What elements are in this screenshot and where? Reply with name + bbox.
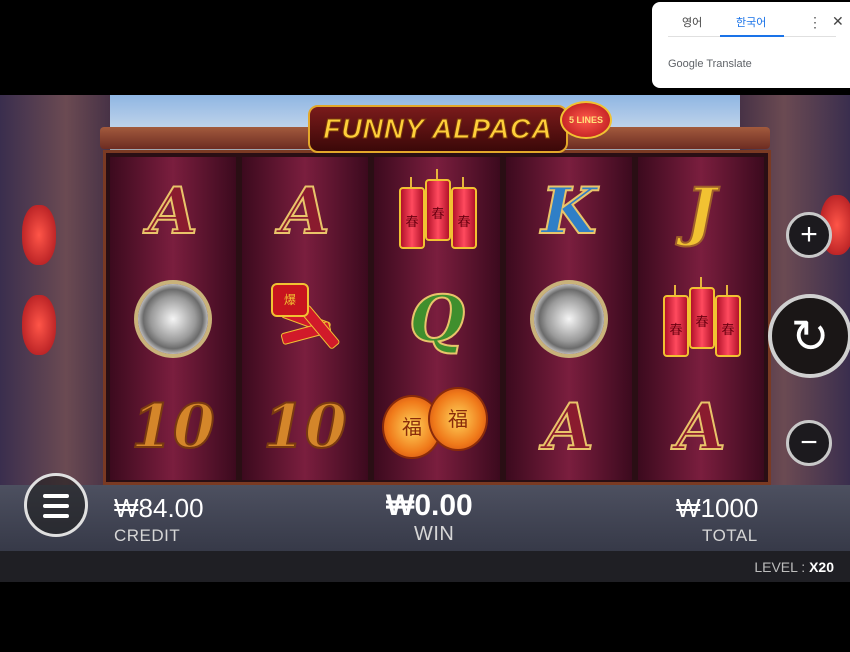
reel-area: A 10 A 爆 10 春 春 春 Q 福 福 K A J 春 春 春 A (103, 150, 771, 485)
symbol-a: A (279, 173, 331, 250)
credit-label: CREDIT (114, 526, 181, 545)
win-label: WIN (414, 523, 455, 545)
symbol-10: 10 (262, 391, 347, 463)
symbol-k: K (540, 173, 598, 250)
status-bar: LEVEL : X20 (0, 551, 850, 582)
google-translate-brand: Google Translate (668, 58, 752, 70)
credit-value: ₩84.00 (114, 493, 204, 523)
firecrackers-symbol: 春 春 春 (374, 157, 500, 265)
total-label: TOTAL (702, 526, 758, 545)
game-title: FUNNY ALPACA (323, 113, 553, 145)
google-translate-popup: 영어 한국어 ⋮ ✕ Google Translate (652, 2, 850, 88)
increase-bet-button[interactable]: + (786, 212, 832, 258)
symbol-10: 10 (130, 391, 215, 463)
reel-4: K A (506, 157, 632, 480)
minus-icon: − (800, 426, 818, 459)
plus-icon: + (800, 218, 818, 251)
lanterns-symbol: 福 福 (374, 373, 500, 481)
symbol-a: A (675, 389, 727, 466)
gong-symbol (506, 265, 632, 373)
symbol-a: A (147, 173, 199, 250)
level-indicator: LEVEL : X20 (754, 559, 834, 575)
spin-refresh-icon: ↻ (790, 310, 830, 362)
firecracker-burst-symbol: 爆 (242, 265, 368, 373)
symbol-q: Q (408, 281, 466, 358)
more-vert-icon[interactable]: ⋮ (808, 14, 822, 31)
slot-game-canvas: A 10 A 爆 10 春 春 春 Q 福 福 K A J 春 春 春 A FU… (0, 95, 850, 582)
reel-5: J 春 春 春 A (638, 157, 764, 480)
reel-2: A 爆 10 (242, 157, 368, 480)
active-tab-indicator (720, 35, 784, 37)
hamburger-menu-icon (43, 494, 69, 498)
gong-symbol (110, 265, 236, 373)
reel-1: A 10 (110, 157, 236, 480)
decrease-bet-button[interactable]: − (786, 420, 832, 466)
red-lantern-decoration (22, 205, 56, 265)
tab-target-language[interactable]: 한국어 (736, 14, 766, 30)
spin-button[interactable]: ↻ (768, 294, 850, 378)
game-logo: FUNNY ALPACA (308, 105, 568, 153)
close-icon[interactable]: ✕ (832, 13, 844, 30)
total-value: ₩1000 (676, 493, 759, 523)
reel-3: 春 春 春 Q 福 福 (374, 157, 500, 480)
tab-source-language[interactable]: 영어 (682, 14, 702, 30)
menu-button[interactable] (24, 473, 88, 537)
symbol-j: J (685, 173, 717, 250)
firecrackers-symbol: 春 春 春 (638, 265, 764, 373)
symbol-a: A (543, 389, 595, 466)
lines-badge: 5 LINES (560, 101, 612, 139)
red-lantern-decoration (22, 295, 56, 355)
win-value: ₩0.00 (386, 489, 473, 522)
